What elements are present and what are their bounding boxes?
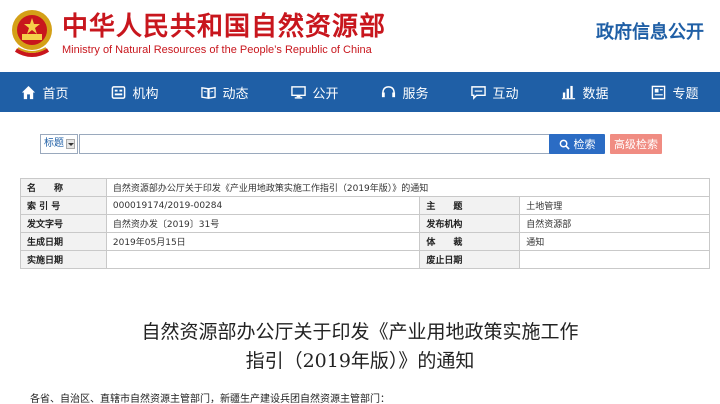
search-field-select[interactable]: 标题 <box>40 134 78 154</box>
home-icon <box>22 85 36 99</box>
info-key-impl: 实施日期 <box>20 250 107 269</box>
info-val-docno: 自然资办发〔2019〕31号 <box>105 214 421 233</box>
info-key-docno: 发文字号 <box>20 214 107 233</box>
info-key-genre: 体 裁 <box>419 232 521 251</box>
nav-item-topic[interactable]: 专题 <box>630 72 720 112</box>
book-icon <box>201 86 217 99</box>
nav-label: 机构 <box>132 86 159 102</box>
main-nav: 首页 机构 动态 公开 服务 互动 数据 专题 <box>0 72 720 112</box>
national-emblem-icon <box>12 10 52 57</box>
search-button-label: 检索 <box>573 138 596 151</box>
org-icon <box>112 85 126 99</box>
search-button[interactable]: 检索 <box>549 134 605 154</box>
table-row: 发文字号 自然资办发〔2019〕31号 发布机构 自然资源部 <box>20 214 710 233</box>
monitor-icon <box>291 85 307 99</box>
info-val-repeal <box>519 250 710 269</box>
nav-item-home[interactable]: 首页 <box>0 72 90 112</box>
chevron-down-icon <box>66 139 75 149</box>
info-val-name: 自然资源部办公厅关于印发《产业用地政策实施工作指引（2019年版）》的通知 <box>105 178 711 197</box>
advanced-search-button[interactable]: 高级检索 <box>610 134 662 154</box>
article-title: 自然资源部办公厅关于印发《产业用地政策实施工作 指引（2019年版）》的通知 <box>0 318 720 376</box>
info-val-index: 000019174/2019-00284 <box>105 196 421 215</box>
site-header: 中华人民共和国自然资源部 Ministry of Natural Resourc… <box>0 0 720 72</box>
nav-item-service[interactable]: 服务 <box>360 72 450 112</box>
info-key-date: 生成日期 <box>20 232 107 251</box>
search-input[interactable] <box>79 134 583 154</box>
site-title-cn[interactable]: 中华人民共和国自然资源部 <box>62 6 386 43</box>
info-key-index: 索 引 号 <box>20 196 107 215</box>
info-val-date: 2019年05月15日 <box>105 232 421 251</box>
article-title-line: 指引（2019年版）》的通知 <box>245 350 475 372</box>
site-title-en: Ministry of Natural Resources of the Peo… <box>62 44 372 56</box>
document-info-table: 名 称 自然资源部办公厅关于印发《产业用地政策实施工作指引（2019年版）》的通… <box>20 178 711 269</box>
table-row: 生成日期 2019年05月15日 体 裁 通知 <box>20 232 710 251</box>
article-body-start: 各省、自治区、直辖市自然资源主管部门，新疆生产建设兵团自然资源主管部门： <box>30 394 390 404</box>
table-row: 名 称 自然资源部办公厅关于印发《产业用地政策实施工作指引（2019年版）》的通… <box>20 178 711 197</box>
info-key-issuer: 发布机构 <box>419 214 521 233</box>
nav-item-news[interactable]: 动态 <box>180 72 270 112</box>
nav-label: 动态 <box>222 86 249 102</box>
nav-label: 互动 <box>492 86 519 102</box>
info-val-impl <box>105 250 421 269</box>
nav-item-open[interactable]: 公开 <box>270 72 360 112</box>
table-row: 索 引 号 000019174/2019-00284 主 题 土地管理 <box>20 196 710 215</box>
nav-item-data[interactable]: 数据 <box>540 72 630 112</box>
table-row: 实施日期 废止日期 <box>20 250 710 269</box>
service-icon <box>382 85 396 97</box>
search-icon <box>559 139 570 150</box>
topic-icon <box>652 85 666 99</box>
info-key-name: 名 称 <box>20 178 107 197</box>
nav-label: 数据 <box>582 86 609 102</box>
info-key-repeal: 废止日期 <box>419 250 521 269</box>
nav-item-org[interactable]: 机构 <box>90 72 180 112</box>
nav-label: 公开 <box>312 86 339 102</box>
search-field-label: 标题 <box>44 138 64 149</box>
info-val-issuer: 自然资源部 <box>519 214 710 233</box>
article-title-line: 自然资源部办公厅关于印发《产业用地政策实施工作 <box>141 321 579 343</box>
info-val-genre: 通知 <box>519 232 710 251</box>
chat-icon <box>471 85 487 100</box>
nav-label: 服务 <box>402 86 429 102</box>
chart-icon <box>562 85 576 99</box>
search-bar: 标题 检索 高级检索 <box>40 134 662 154</box>
gov-info-title[interactable]: 政府信息公开 <box>596 18 704 44</box>
nav-label: 专题 <box>672 86 699 102</box>
nav-item-interact[interactable]: 互动 <box>450 72 540 112</box>
nav-label: 首页 <box>42 86 69 102</box>
info-key-subject: 主 题 <box>419 196 521 215</box>
info-val-subject: 土地管理 <box>519 196 710 215</box>
